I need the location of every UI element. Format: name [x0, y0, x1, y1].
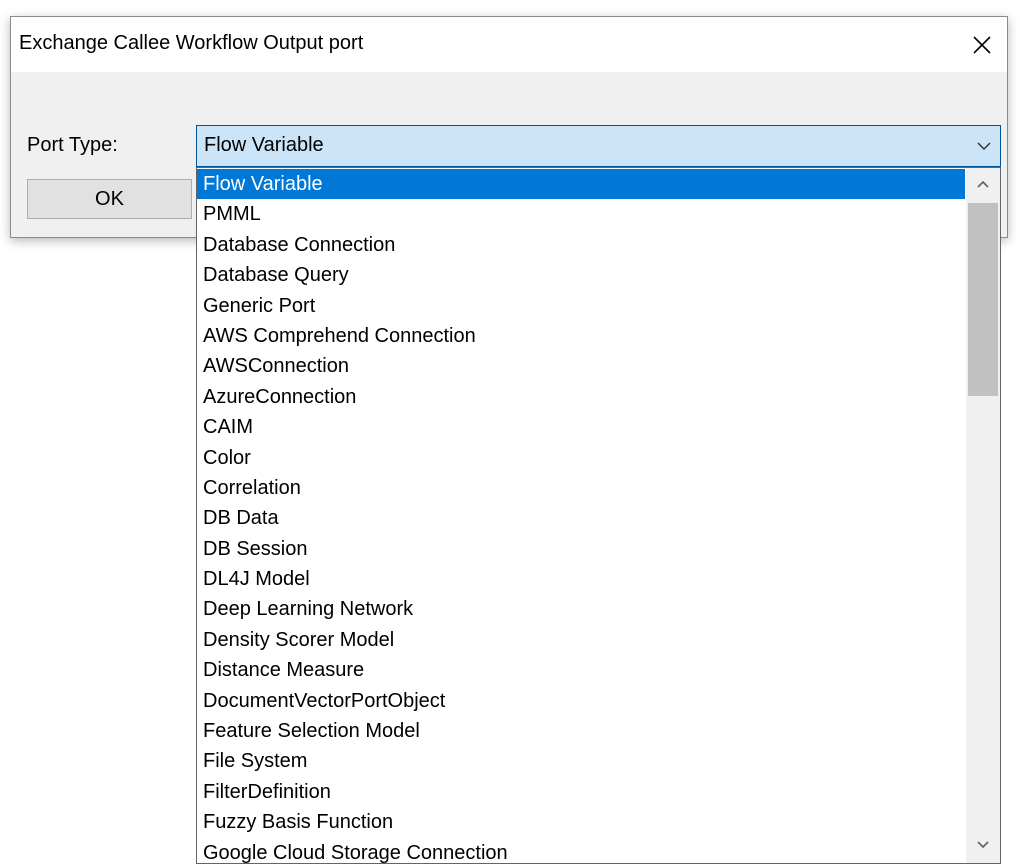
dropdown-option[interactable]: Deep Learning Network [197, 594, 965, 624]
dropdown-option[interactable]: Feature Selection Model [197, 716, 965, 746]
dropdown-option[interactable]: DB Data [197, 503, 965, 533]
close-button[interactable] [957, 17, 1007, 72]
dropdown-scrollbar[interactable] [966, 168, 1000, 863]
dropdown-option[interactable]: Database Query [197, 260, 965, 290]
dropdown-option[interactable]: Database Connection [197, 230, 965, 260]
scroll-down-button[interactable] [966, 829, 1000, 863]
dropdown-option[interactable]: AWSConnection [197, 351, 965, 381]
dropdown-option[interactable]: DL4J Model [197, 564, 965, 594]
chevron-down-icon[interactable] [976, 139, 992, 153]
port-type-label: Port Type: [27, 134, 118, 156]
chevron-up-icon [976, 176, 990, 194]
dropdown-option[interactable]: Fuzzy Basis Function [197, 807, 965, 837]
dropdown-option[interactable]: CAIM [197, 412, 965, 442]
dropdown-option[interactable]: Correlation [197, 473, 965, 503]
dropdown-option[interactable]: FilterDefinition [197, 777, 965, 807]
dropdown-option[interactable]: AWS Comprehend Connection [197, 321, 965, 351]
close-icon [973, 35, 991, 54]
chevron-down-icon [976, 837, 990, 855]
scroll-up-button[interactable] [966, 168, 1000, 202]
dropdown-option[interactable]: AzureConnection [197, 382, 965, 412]
port-type-select[interactable]: Flow Variable [196, 125, 1001, 167]
dropdown-option[interactable]: PMML [197, 199, 965, 229]
dropdown-option[interactable]: Color [197, 443, 965, 473]
dropdown-option[interactable]: DB Session [197, 534, 965, 564]
dialog-title: Exchange Callee Workflow Output port [19, 32, 364, 54]
dropdown-option[interactable]: Flow Variable [197, 169, 965, 200]
port-type-selected-value: Flow Variable [204, 134, 324, 156]
dropdown-option[interactable]: Density Scorer Model [197, 625, 965, 655]
ok-button[interactable]: OK [27, 179, 192, 219]
dropdown-option[interactable]: Google Cloud Storage Connection [197, 838, 965, 863]
dropdown-option[interactable]: DocumentVectorPortObject [197, 686, 965, 716]
title-bar: Exchange Callee Workflow Output port [11, 17, 1007, 72]
dropdown-option[interactable]: File System [197, 746, 965, 776]
screen: Exchange Callee Workflow Output port Por… [0, 0, 1020, 864]
dropdown-option[interactable]: Generic Port [197, 291, 965, 321]
dropdown-option[interactable]: Distance Measure [197, 655, 965, 685]
dropdown-items: Flow Variable PMML Database Connection Data… [197, 169, 965, 863]
port-type-dropdown-list[interactable]: Flow Variable PMML Database Connection Data… [196, 167, 1001, 864]
scrollbar-thumb[interactable] [968, 203, 998, 396]
